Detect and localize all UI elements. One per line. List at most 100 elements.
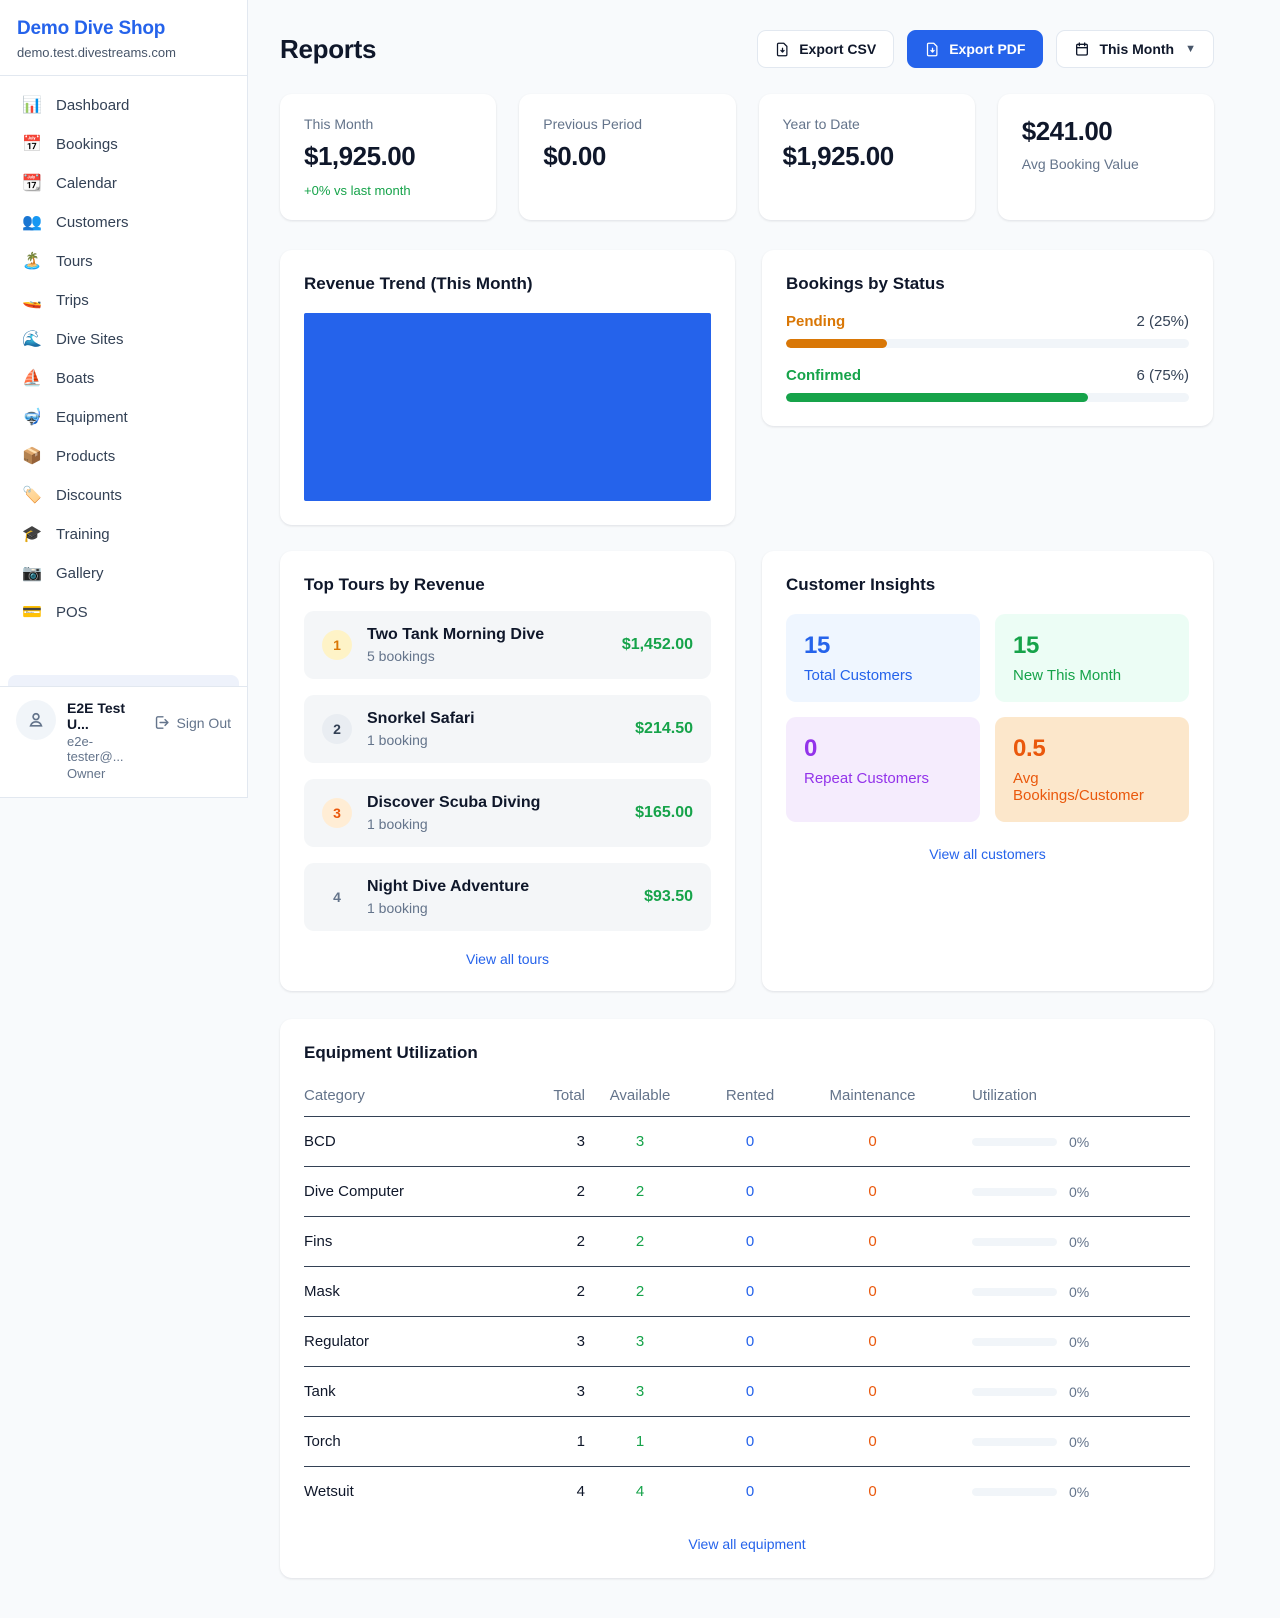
view-all-customers-link[interactable]: View all customers [786, 846, 1189, 862]
col-total: Total [515, 1087, 585, 1104]
sidebar-item[interactable]: 🌊 Dive Sites [8, 320, 239, 359]
stat-label: This Month [304, 116, 472, 132]
sidebar-item-label: Dive Sites [56, 331, 124, 348]
stat-card-this-month: This Month $1,925.00 +0% vs last month [280, 94, 496, 220]
header-actions: Export CSV Export PDF This Month ▼ [757, 30, 1214, 68]
sign-out-button[interactable]: Sign Out [153, 714, 231, 731]
sidebar-item-label: Trips [56, 292, 89, 309]
cell-maintenance: 0 [805, 1133, 940, 1150]
sidebar-item[interactable]: 🏷️ Discounts [8, 476, 239, 515]
sidebar-item-icon: 💳 [22, 605, 42, 621]
sidebar-item[interactable]: 📷 Gallery [8, 554, 239, 593]
status-label: Confirmed [786, 367, 861, 384]
main-content: Reports Export CSV Export PDF [248, 0, 1280, 1618]
sidebar-item[interactable]: 🏝️ Tours [8, 242, 239, 281]
sidebar-item-icon: 📊 [22, 98, 42, 114]
page-header: Reports Export CSV Export PDF [280, 30, 1214, 68]
col-available: Available [585, 1087, 695, 1104]
cell-category: Torch [304, 1433, 515, 1450]
sidebar-item[interactable]: 📆 Calendar [8, 164, 239, 203]
tour-amount: $1,452.00 [622, 636, 693, 654]
sidebar-item[interactable]: 📊 Dashboard [8, 86, 239, 125]
revenue-trend-chart [304, 313, 711, 501]
sidebar-item-label: Gallery [56, 565, 104, 582]
cell-available: 1 [585, 1433, 695, 1450]
sidebar-item[interactable]: 📅 Bookings [8, 125, 239, 164]
user-email: e2e-tester@... [67, 734, 142, 764]
cell-rented: 0 [695, 1333, 805, 1350]
cell-category: Fins [304, 1233, 515, 1250]
sidebar-item[interactable]: 🤿 Equipment [8, 398, 239, 437]
status-row: Pending 2 (25%) [786, 313, 1189, 348]
status-count: 2 (25%) [1136, 313, 1189, 330]
col-category: Category [304, 1087, 515, 1104]
cell-maintenance: 0 [805, 1383, 940, 1400]
tour-list: 1 Two Tank Morning Dive 5 bookings $1,45… [304, 611, 711, 931]
sidebar-item-icon: 📷 [22, 566, 42, 582]
utilization-percent: 0% [1069, 1184, 1089, 1200]
sidebar-item-icon: 📦 [22, 449, 42, 465]
insight-tiles: 15 Total Customers 15 New This Month 0 R… [786, 614, 1189, 822]
sidebar-item[interactable]: 📦 Products [8, 437, 239, 476]
period-dropdown[interactable]: This Month ▼ [1056, 30, 1214, 68]
tour-bookings: 1 booking [367, 816, 540, 832]
stat-label: Avg Booking Value [1022, 156, 1190, 172]
sidebar-item[interactable]: ⛵ Boats [8, 359, 239, 398]
cell-category: Dive Computer [304, 1183, 515, 1200]
top-tours-title: Top Tours by Revenue [304, 575, 711, 595]
cell-rented: 0 [695, 1133, 805, 1150]
shop-name: Demo Dive Shop [17, 18, 230, 40]
sidebar-item[interactable]: 👥 Customers [8, 203, 239, 242]
sidebar-item[interactable]: 🚤 Trips [8, 281, 239, 320]
cell-category: Regulator [304, 1333, 515, 1350]
sidebar-item-icon: 🎓 [22, 527, 42, 543]
revenue-trend-card: Revenue Trend (This Month) [280, 250, 735, 525]
stat-value: $0.00 [543, 141, 711, 172]
customer-insights-title: Customer Insights [786, 575, 1189, 595]
sidebar-active-item-partial[interactable] [8, 675, 239, 686]
utilization-percent: 0% [1069, 1134, 1089, 1150]
view-all-tours-link[interactable]: View all tours [304, 951, 711, 967]
utilization-percent: 0% [1069, 1434, 1089, 1450]
insight-value: 0 [804, 735, 962, 763]
cell-total: 2 [515, 1233, 585, 1250]
user-name: E2E Test U... [67, 700, 142, 732]
sidebar-item-label: Bookings [56, 136, 118, 153]
utilization-bar-track [972, 1488, 1057, 1496]
tour-rank-badge: 4 [322, 882, 352, 912]
sign-out-icon [153, 714, 170, 731]
sidebar-item[interactable]: 💳 POS [8, 593, 239, 632]
sidebar-header: Demo Dive Shop demo.test.divestreams.com [0, 0, 247, 76]
tour-name: Discover Scuba Diving [367, 794, 540, 812]
insights-row: Top Tours by Revenue 1 Two Tank Morning … [280, 551, 1214, 991]
tour-row: 2 Snorkel Safari 1 booking $214.50 [304, 695, 711, 763]
cell-rented: 0 [695, 1183, 805, 1200]
col-utilization: Utilization [940, 1087, 1190, 1104]
sidebar-user-panel: E2E Test U... e2e-tester@... Owner Sign … [0, 686, 247, 797]
export-csv-button[interactable]: Export CSV [757, 30, 894, 68]
tour-row: 1 Two Tank Morning Dive 5 bookings $1,45… [304, 611, 711, 679]
utilization-bar-track [972, 1338, 1057, 1346]
sidebar-item-icon: 🏷️ [22, 488, 42, 504]
sidebar: Demo Dive Shop demo.test.divestreams.com… [0, 0, 248, 798]
file-download-icon [775, 42, 790, 57]
cell-available: 3 [585, 1333, 695, 1350]
equipment-table: Category Total Available Rented Maintena… [304, 1071, 1190, 1516]
cell-maintenance: 0 [805, 1233, 940, 1250]
utilization-bar-track [972, 1438, 1057, 1446]
cell-rented: 0 [695, 1433, 805, 1450]
export-pdf-button[interactable]: Export PDF [907, 30, 1043, 68]
sidebar-item-label: Calendar [56, 175, 117, 192]
utilization-bar-track [972, 1138, 1057, 1146]
view-all-equipment-link[interactable]: View all equipment [304, 1536, 1190, 1552]
insight-value: 0.5 [1013, 735, 1171, 763]
period-label: This Month [1099, 41, 1174, 57]
cell-maintenance: 0 [805, 1333, 940, 1350]
file-download-icon [925, 42, 940, 57]
person-icon [26, 710, 46, 730]
sidebar-item-icon: ⛵ [22, 371, 42, 387]
sidebar-item[interactable]: 🎓 Training [8, 515, 239, 554]
sidebar-item-label: Products [56, 448, 115, 465]
sidebar-item-icon: 📅 [22, 137, 42, 153]
stat-value: $241.00 [1022, 116, 1190, 147]
